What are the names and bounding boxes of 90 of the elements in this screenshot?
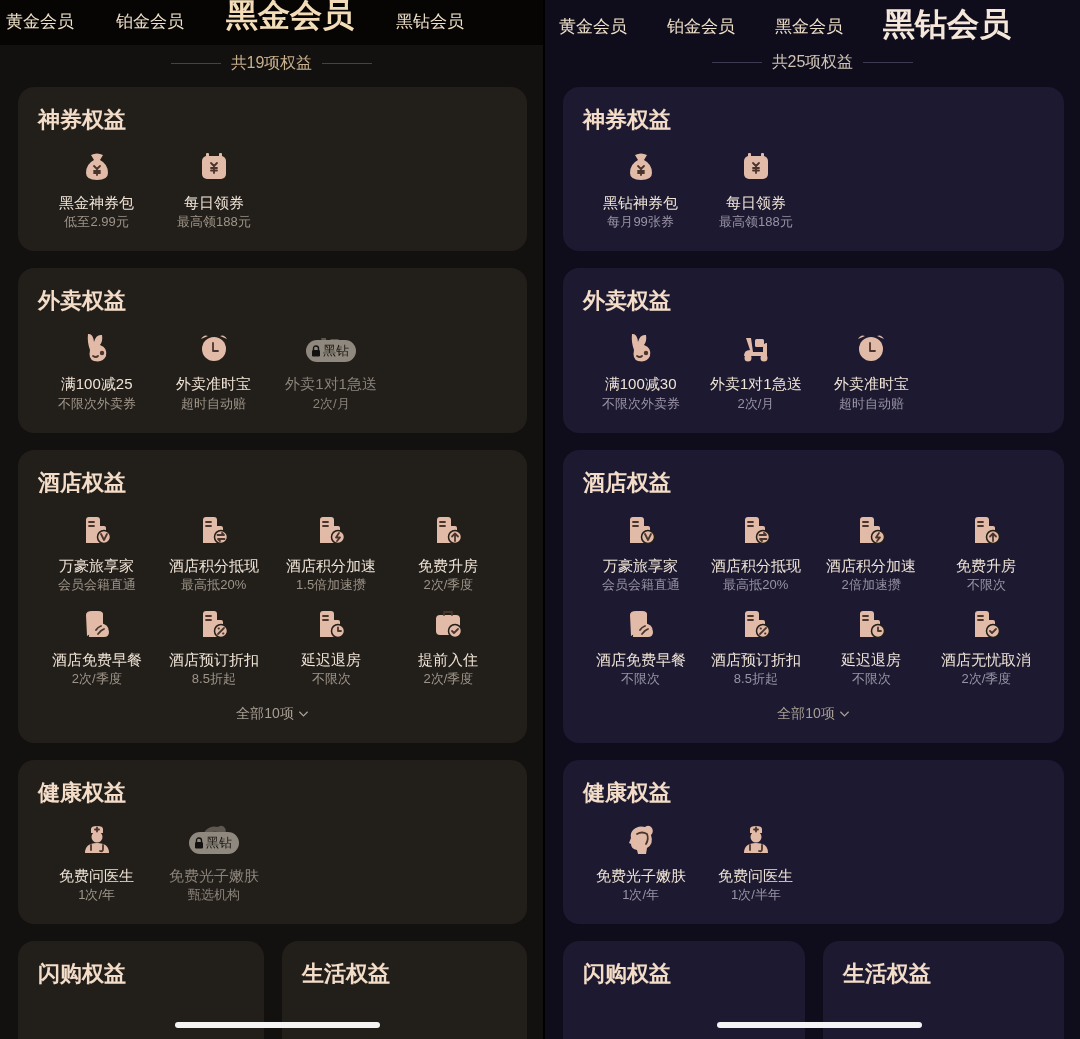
benefit-detail: 最高抵20% [723,575,789,594]
benefit-detail: 1.5倍加速攒 [296,575,367,594]
benefit-name: 黑金神券包 [59,192,135,213]
tier-tab[interactable]: 黑钻会员 [396,12,464,33]
benefit-name: 酒店预订折扣 [168,650,259,671]
section-title: 健康权益 [583,778,672,807]
section-title: 酒店权益 [38,468,127,497]
benefit-detail: 会员会籍直通 [57,575,136,594]
benefit-detail: 不限次 [621,670,661,689]
tier-tab[interactable]: 黄金会员 [6,12,74,33]
section-title: 外卖权益 [583,287,672,316]
benefit-detail: 每月99张券 [607,213,674,232]
section-title: 酒店权益 [583,468,672,497]
lock-label: 黑钻 [323,342,350,361]
benefit-detail: 2倍加速攒 [841,575,901,594]
tier-tab[interactable]: 黄金会员 [559,16,627,44]
benefit-name: 外卖准时宝 [176,374,252,395]
lock-icon [311,345,322,358]
benefit-detail: 甄选机构 [187,885,240,904]
section-title: 生活权益 [301,960,391,988]
benefit-detail: 最高抵20% [181,575,247,594]
benefit-detail: 2次/月 [737,394,775,413]
benefit-name: 外卖1对1急送 [710,374,802,395]
benefit-detail: 8.5折起 [191,670,236,689]
benefit-detail: 最高领188元 [719,213,793,232]
benefit-name: 免费光子嫩肤 [168,865,259,886]
show-all-link[interactable]: 全部10项 [777,704,850,723]
section-title: 闪购权益 [38,960,127,988]
section-title: 神券权益 [38,105,127,134]
section-title: 外卖权益 [38,287,127,316]
benefit-detail: 低至2.99元 [64,213,129,232]
benefit-name: 酒店积分加速 [826,555,917,576]
benefit-name: 满100减30 [604,374,677,395]
tier-tab[interactable]: 黑钻会员 [883,4,1011,44]
benefit-detail: 不限次外卖券 [601,394,680,413]
benefit-detail: 1次/半年 [730,885,781,904]
chevron-down-icon [838,709,850,718]
benefit-name: 酒店积分抵现 [168,555,259,576]
benefit-name: 酒店预订折扣 [710,650,801,671]
benefit-detail: 1次/年 [622,885,660,904]
benefit-detail: 不限次外卖券 [57,394,136,413]
benefit-detail: 8.5折起 [733,670,778,689]
benefit-count: 共25项权益 [771,51,854,72]
benefit-name: 万豪旅享家 [603,555,679,576]
tier-tab[interactable]: 黑金会员 [226,0,354,35]
benefit-detail: 不限次 [851,670,891,689]
section-title: 闪购权益 [583,960,672,988]
benefit-detail: 2次/月 [312,394,350,413]
chevron-down-icon [297,709,309,718]
benefit-name: 每日领券 [183,192,244,213]
benefit-name: 酒店积分抵现 [710,555,801,576]
benefit-name: 满100减25 [60,374,133,395]
benefit-name: 延迟退房 [841,650,902,671]
section-title: 生活权益 [842,960,932,988]
tier-tab[interactable]: 黑金会员 [775,16,843,44]
benefit-detail: 会员会籍直通 [601,575,680,594]
benefit-detail: 2次/季度 [71,670,122,689]
benefit-detail: 超时自动赔 [181,394,247,413]
benefit-name: 每日领券 [725,192,786,213]
benefit-name: 免费问医生 [718,865,794,886]
tier-tab[interactable]: 铂金会员 [667,16,735,44]
section-title: 健康权益 [38,778,127,807]
benefit-name: 免费光子嫩肤 [595,865,686,886]
tier-tab[interactable]: 铂金会员 [116,12,184,33]
lock-label: 黑钻 [205,833,232,852]
benefit-detail: 2次/季度 [961,670,1012,689]
benefit-count: 共19项权益 [230,53,313,74]
show-all-link[interactable]: 全部10项 [236,704,309,723]
benefit-detail: 不限次 [311,670,351,689]
benefit-name: 免费问医生 [59,865,135,886]
benefit-name: 酒店免费早餐 [595,650,686,671]
benefit-name: 提前入住 [418,650,479,671]
benefit-name: 免费升房 [418,555,479,576]
benefit-detail: 最高领188元 [177,213,251,232]
benefit-name: 酒店免费早餐 [51,650,142,671]
benefit-name: 万豪旅享家 [59,555,135,576]
benefit-detail: 2次/季度 [423,575,474,594]
benefit-detail: 不限次 [966,575,1006,594]
benefit-name: 免费升房 [956,555,1017,576]
lock-icon [193,836,204,849]
benefit-detail: 超时自动赔 [838,394,904,413]
benefit-name: 酒店积分加速 [286,555,377,576]
benefit-name: 酒店无忧取消 [941,650,1032,671]
benefit-name: 黑钻神券包 [603,192,679,213]
section-title: 神券权益 [583,105,672,134]
benefit-name: 外卖1对1急送 [285,374,377,395]
benefit-detail: 2次/季度 [423,670,474,689]
benefit-name: 延迟退房 [301,650,362,671]
benefit-detail: 1次/年 [78,885,116,904]
benefit-name: 外卖准时宝 [833,374,909,395]
